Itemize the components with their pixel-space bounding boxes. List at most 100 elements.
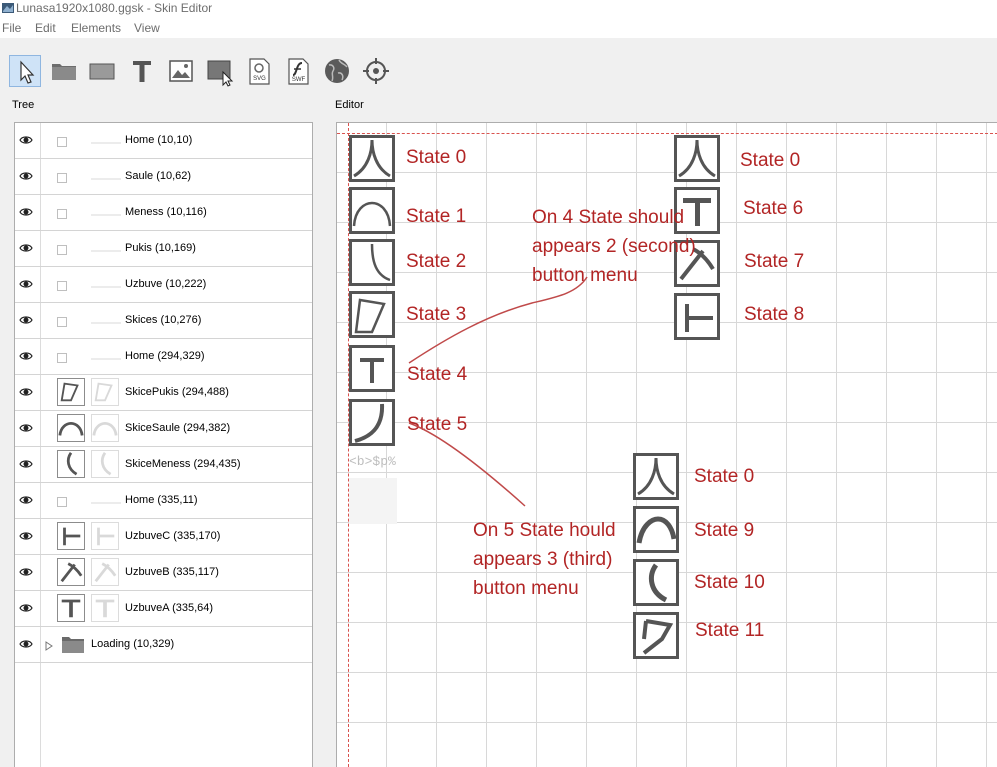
swf-file-icon: SWF [288, 58, 309, 85]
folder-icon [61, 634, 85, 657]
tree-row-label: SkicePukis (294,488) [125, 386, 229, 398]
eye-icon[interactable] [19, 314, 33, 329]
saule-thumb-icon [57, 414, 85, 442]
menu-elements[interactable]: Elements [71, 21, 121, 35]
tree-row[interactable]: SkiceMeness (294,435) [15, 447, 312, 483]
pukis-thumb-icon [57, 378, 85, 406]
eye-icon[interactable] [19, 206, 33, 221]
rectangle-tool-button[interactable] [86, 55, 118, 87]
ghost-preview [91, 136, 121, 144]
arrow-state5-to-note2 [408, 422, 526, 507]
tree-row-label: Pukis (10,169) [125, 242, 196, 254]
ghost-preview [91, 352, 121, 360]
menu-edit[interactable]: Edit [35, 21, 56, 35]
tree-row[interactable]: UzbuveA (335,64) [15, 591, 312, 627]
eye-icon[interactable] [19, 566, 33, 581]
pukis-thumb-icon-faded [91, 378, 119, 406]
ghost-preview [91, 244, 121, 252]
tree-panel-label: Tree [12, 99, 35, 111]
tree-row[interactable]: Home (294,329) [15, 339, 312, 375]
element-mini-icon [57, 209, 67, 219]
tree-panel[interactable]: Home (10,10) Saule (10,62) Meness (10,116)… [14, 122, 313, 767]
element-mini-icon [57, 137, 67, 147]
text-tool-button[interactable] [126, 55, 158, 87]
ghost-preview [91, 280, 121, 288]
uzbuveB-thumb-icon-faded [91, 558, 119, 586]
tree-row-label: Uzbuve (10,222) [125, 278, 207, 290]
svg-label: SVG [253, 76, 266, 82]
toolbar: SVG SWF [0, 38, 997, 98]
tree-row-label: Meness (10,116) [125, 206, 207, 218]
tree-row-label: Skices (10,276) [125, 314, 202, 326]
element-mini-icon [57, 245, 67, 255]
button-icon [207, 60, 234, 87]
tree-row[interactable]: Loading (10,329) [15, 627, 312, 663]
eye-icon[interactable] [19, 242, 33, 257]
folder-icon [52, 64, 76, 80]
expand-arrow-icon[interactable] [45, 640, 53, 654]
uzbuveB-thumb-icon [57, 558, 85, 586]
tree-row-label: UzbuveB (335,117) [125, 566, 219, 578]
meness-thumb-icon-faded [91, 450, 119, 478]
arrow-state4-to-note1 [408, 276, 588, 364]
element-mini-icon [57, 497, 67, 507]
hotspot-tool-button[interactable] [360, 55, 392, 87]
eye-icon[interactable] [19, 134, 33, 149]
element-mini-icon [57, 173, 67, 183]
svg-file-icon: SVG [249, 58, 270, 85]
tree-row[interactable]: SkiceSaule (294,382) [15, 411, 312, 447]
element-mini-icon [57, 317, 67, 327]
tree-row[interactable]: Home (335,11) [15, 483, 312, 519]
eye-icon[interactable] [19, 602, 33, 617]
saule-thumb-icon-faded [91, 414, 119, 442]
tree-row[interactable]: Skices (10,276) [15, 303, 312, 339]
tree-row[interactable]: Saule (10,62) [15, 159, 312, 195]
pointer-tool-button[interactable] [9, 55, 41, 87]
window-title: Lunasa1920x1080.ggsk - Skin Editor [16, 1, 213, 15]
tree-row[interactable]: UzbuveB (335,117) [15, 555, 312, 591]
menu-view[interactable]: View [134, 21, 160, 35]
eye-icon[interactable] [19, 638, 33, 653]
eye-icon[interactable] [19, 350, 33, 365]
tree-row-label: Loading (10,329) [91, 638, 175, 650]
tree-row-label: Home (10,10) [125, 134, 193, 146]
ghost-preview [91, 496, 121, 504]
element-mini-icon [57, 281, 67, 291]
eye-icon[interactable] [19, 170, 33, 185]
tree-row[interactable]: Meness (10,116) [15, 195, 312, 231]
tree-row[interactable]: SkicePukis (294,488) [15, 375, 312, 411]
eye-icon[interactable] [19, 386, 33, 401]
menu-bar: File Edit Elements View [0, 18, 997, 38]
tree-row[interactable]: Uzbuve (10,222) [15, 267, 312, 303]
eye-icon[interactable] [19, 422, 33, 437]
tree-row-label: SkiceMeness (294,435) [125, 458, 241, 470]
tree-row-label: UzbuveC (335,170) [125, 530, 221, 542]
image-tool-button[interactable] [165, 55, 197, 87]
eye-icon[interactable] [19, 278, 33, 293]
crosshair-icon [363, 58, 389, 84]
uzbuveC-thumb-icon-faded [91, 522, 119, 550]
ghost-preview [91, 316, 121, 324]
tree-row[interactable]: UzbuveC (335,170) [15, 519, 312, 555]
menu-file[interactable]: File [2, 21, 21, 35]
ghost-preview [91, 208, 121, 216]
swf-label: SWF [292, 77, 306, 83]
uzbuveA-thumb-icon [57, 594, 85, 622]
globe-icon [325, 59, 349, 83]
eye-icon[interactable] [19, 530, 33, 545]
tree-row-label: UzbuveA (335,64) [125, 602, 214, 614]
eye-icon[interactable] [19, 494, 33, 509]
button-tool-button[interactable] [204, 55, 236, 87]
tree-row[interactable]: Home (10,10) [15, 123, 312, 159]
tree-row[interactable]: Pukis (10,169) [15, 231, 312, 267]
editor-canvas[interactable]: <b>$p% State 0 State 1 State 2 State 3 S… [336, 122, 997, 767]
svg-tool-button[interactable]: SVG [243, 55, 275, 87]
eye-icon[interactable] [19, 458, 33, 473]
uzbuveC-thumb-icon [57, 522, 85, 550]
editor-panel-label: Editor [335, 99, 364, 111]
tree-row-label: Saule (10,62) [125, 170, 192, 182]
element-mini-icon [57, 353, 67, 363]
swf-tool-button[interactable]: SWF [282, 55, 314, 87]
map-tool-button[interactable] [321, 55, 353, 87]
container-tool-button[interactable] [48, 55, 80, 87]
